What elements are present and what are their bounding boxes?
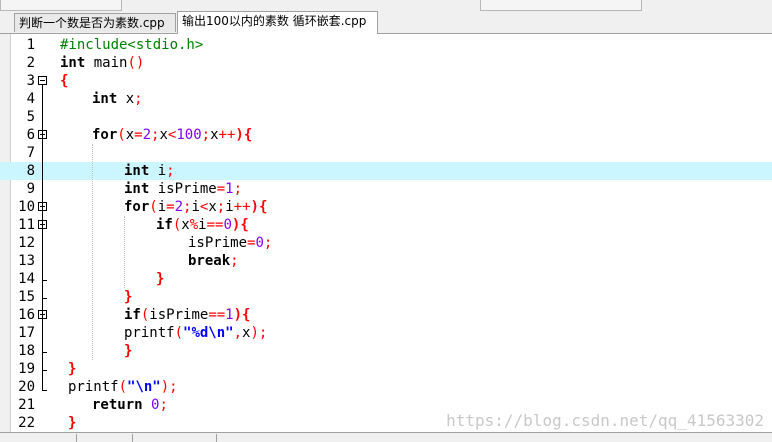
- line-number: 17: [18, 325, 35, 341]
- tab-file-primes-100[interactable]: 输出100以内的素数 循环嵌套.cpp: [177, 11, 378, 34]
- code-line-3: {: [60, 73, 69, 89]
- code-line-4: int x;: [92, 91, 143, 107]
- fold-end-mark: [42, 370, 47, 371]
- code-line-13: break;: [188, 253, 239, 269]
- code-editor[interactable]: 1 2 3 4 5 6 7 8 9 10 11 12 13 14 15 16 1…: [0, 34, 772, 432]
- tab-bar: 判断一个数是否为素数.cpp 输出100以内的素数 循环嵌套.cpp: [0, 11, 772, 34]
- code-line-10: for(i=2;i<x;i++){: [124, 199, 268, 215]
- line-number: 9: [26, 181, 35, 197]
- line-number: 20: [18, 379, 35, 395]
- line-number: 7: [26, 145, 35, 161]
- line-number: 22: [18, 415, 35, 431]
- fold-range-line: [42, 85, 43, 390]
- tab-file-prime-check[interactable]: 判断一个数是否为素数.cpp: [14, 13, 176, 32]
- line-number: 18: [18, 343, 35, 359]
- top-toolbar-strip: [0, 0, 772, 11]
- code-line-11: if(x%i==0){: [156, 217, 249, 233]
- line-number: 12: [18, 235, 35, 251]
- code-line-20: printf("\n");: [68, 379, 178, 395]
- line-number: 4: [26, 91, 35, 107]
- line-number: 13: [18, 253, 35, 269]
- code-line-17: printf("%d\n",x);: [124, 325, 268, 341]
- line-number: 2: [26, 55, 35, 71]
- fold-toggle-icon[interactable]: [38, 76, 47, 85]
- code-line-22: }: [68, 415, 77, 431]
- line-number: 15: [18, 289, 35, 305]
- tab-label: 输出100以内的素数 循环嵌套.cpp: [182, 14, 367, 28]
- code-line-6: for(x=2;x<100;x++){: [92, 127, 253, 143]
- code-line-1: #include<stdio.h>: [60, 37, 204, 53]
- line-number: 19: [18, 361, 35, 377]
- line-number: 1: [26, 37, 35, 53]
- code-line-18: }: [124, 343, 133, 359]
- code-line-9: int isPrime=1;: [124, 181, 243, 197]
- indent-guide: [124, 216, 125, 288]
- line-number: 3: [26, 73, 35, 89]
- line-number: 5: [26, 109, 35, 125]
- toolbar-segment: [0, 0, 122, 11]
- fold-end-mark: [42, 298, 47, 299]
- watermark-url: https://blog.csdn.net/qq_41563302: [446, 411, 764, 430]
- fold-end-mark: [42, 352, 47, 353]
- code-line-12: isPrime=0;: [188, 235, 273, 251]
- code-line-15: }: [124, 289, 133, 305]
- toolbar-segment: [480, 0, 642, 11]
- editor-left-margin: [0, 34, 11, 432]
- tab-label: 判断一个数是否为素数.cpp: [19, 16, 165, 30]
- line-number: 10: [18, 199, 35, 215]
- current-line-highlight: [0, 162, 772, 180]
- line-number: 8: [26, 163, 35, 179]
- line-number: 14: [18, 271, 35, 287]
- code-line-16: if(isPrime==1){: [124, 307, 251, 323]
- code-line-19: }: [68, 361, 77, 377]
- fold-end-mark: [42, 390, 47, 391]
- line-number: 16: [18, 307, 35, 323]
- code-line-21: return 0;: [92, 397, 168, 413]
- line-number: 11: [18, 217, 35, 233]
- code-line-14: }: [156, 271, 165, 287]
- code-line-2: int main(): [60, 55, 145, 71]
- indent-guide: [92, 144, 93, 360]
- code-line-8: int i;: [124, 163, 175, 179]
- fold-end-mark: [42, 280, 47, 281]
- line-number: 21: [18, 397, 35, 413]
- line-number: 6: [26, 127, 35, 143]
